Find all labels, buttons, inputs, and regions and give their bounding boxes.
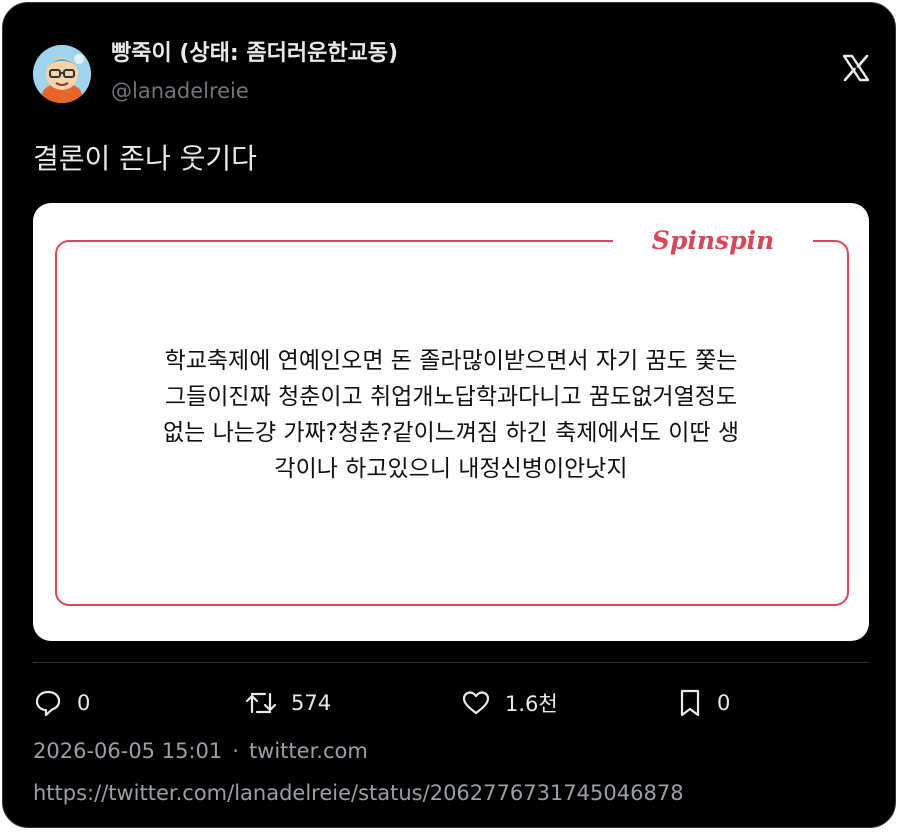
heart-icon <box>462 691 490 715</box>
meta-separator: · <box>232 739 239 763</box>
tweet-card: 빵죽이 (상태: 좀더러운한교동) @lanadelreie 결론이 존나 웃기… <box>2 2 896 828</box>
tweet-meta: 2026-06-05 15:01 · twitter.com <box>33 739 368 763</box>
reply-icon <box>35 690 61 717</box>
quote-line: 각이나 하고있으니 내정신병이안낫지 <box>274 456 628 482</box>
tweet-media-image[interactable]: Spinspin 학교축제에 연예인오면 돈 졸라많이받으면서 자기 꿈도 쫓는… <box>33 203 869 641</box>
like-button[interactable]: 1.6천 <box>461 687 558 719</box>
cartoon-avatar-icon[interactable] <box>33 45 91 103</box>
divider <box>33 662 869 663</box>
bookmark-count: 0 <box>717 691 731 715</box>
quote-line: 없는 나는걍 가짜?청춘?같이느껴짐 하긴 축제에서도 이딴 생 <box>162 420 740 446</box>
x-logo-icon[interactable] <box>841 53 871 83</box>
quote-text: 학교축제에 연예인오면 돈 졸라많이받으면서 자기 꿈도 쫓는 그들이진짜 청춘… <box>73 343 829 487</box>
retweet-count: 574 <box>291 691 332 715</box>
bookmark-icon <box>680 689 700 717</box>
reply-button[interactable]: 0 <box>33 687 90 719</box>
source-label: twitter.com <box>248 739 368 763</box>
brand-logo: Spinspin <box>613 223 813 259</box>
like-count: 1.6천 <box>505 692 558 716</box>
user-handle[interactable]: @lanadelreie <box>111 79 249 103</box>
retweet-button[interactable]: 574 <box>245 687 331 719</box>
display-name[interactable]: 빵죽이 (상태: 좀더러운한교동) <box>111 35 398 67</box>
quote-line: 학교축제에 연예인오면 돈 졸라많이받으면서 자기 꿈도 쫓는 <box>164 348 738 374</box>
reply-count: 0 <box>77 691 91 715</box>
tweet-text: 결론이 존나 웃기다 <box>33 142 257 175</box>
tweet-url[interactable]: https://twitter.com/lanadelreie/status/2… <box>33 781 684 805</box>
timestamp[interactable]: 2026-06-05 15:01 <box>33 739 222 763</box>
retweet-icon <box>245 692 277 714</box>
quote-line: 그들이진짜 청춘이고 취업개노답학과다니고 꿈도없거열정도 <box>164 384 738 410</box>
bookmark-button[interactable]: 0 <box>677 687 730 719</box>
